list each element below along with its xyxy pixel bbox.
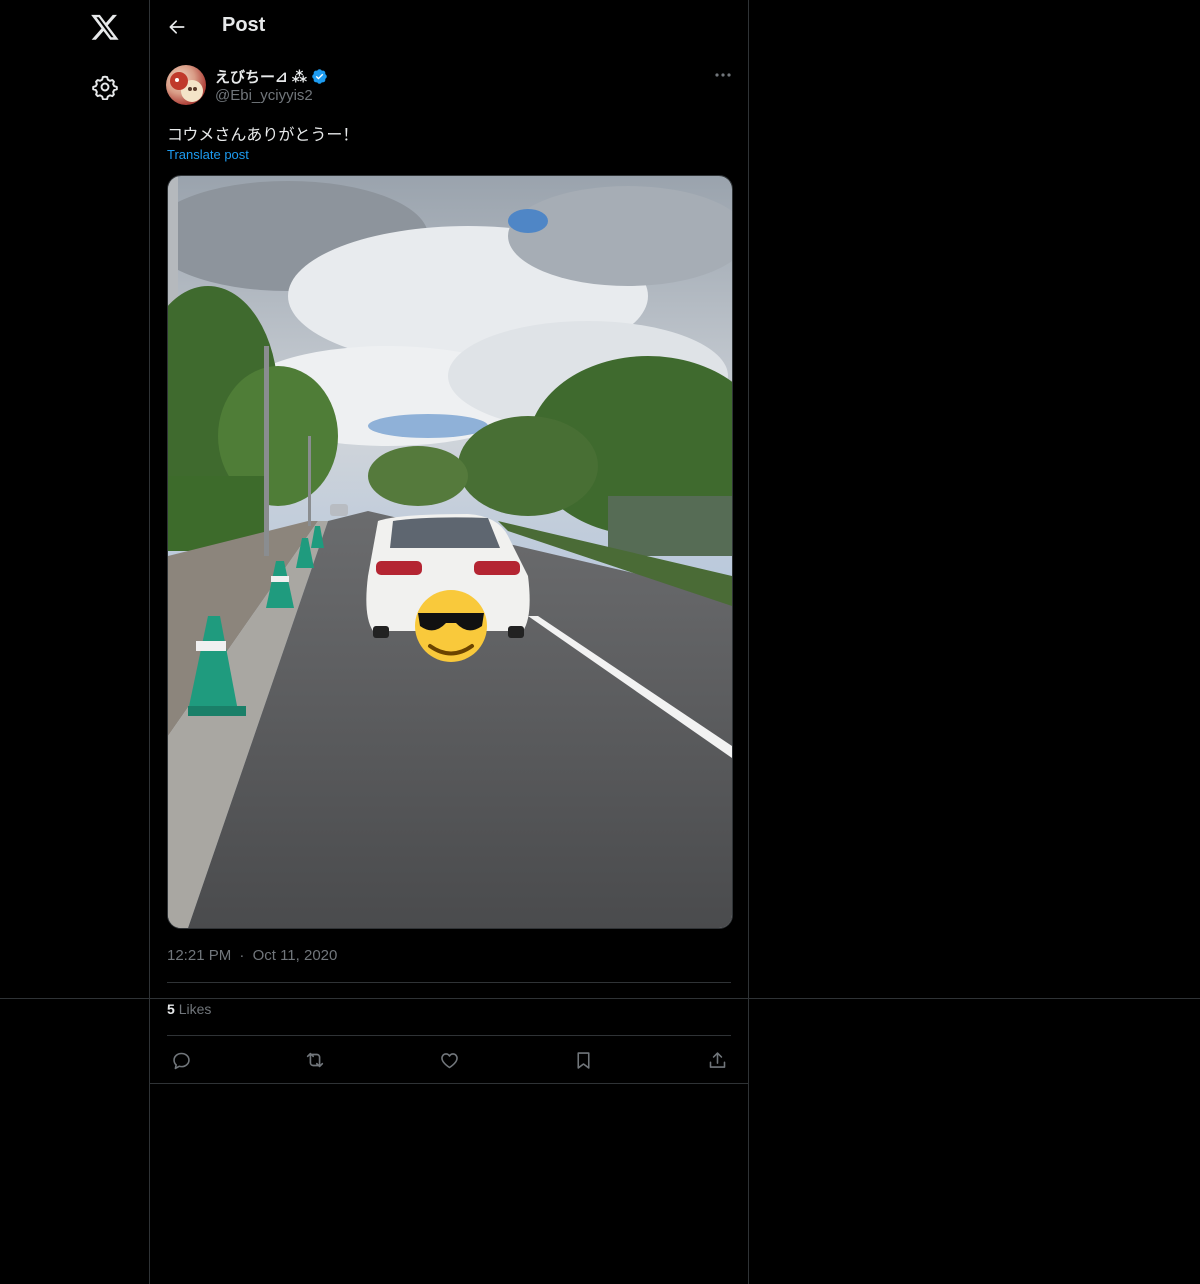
- verified-badge-icon: [312, 69, 327, 84]
- gear-icon[interactable]: [92, 74, 118, 101]
- more-horizontal-icon: [715, 73, 731, 77]
- reply-icon: [172, 1052, 190, 1069]
- divider: [150, 1083, 748, 1084]
- back-button[interactable]: [164, 14, 190, 40]
- like-button[interactable]: [437, 1048, 461, 1072]
- author-handle[interactable]: @Ebi_yciyyis2: [215, 87, 313, 104]
- author-display-name[interactable]: えびちー⊿ ⁂: [215, 66, 307, 87]
- share-icon: [709, 1051, 725, 1068]
- likes-label: Likes: [178, 1001, 212, 1017]
- avatar[interactable]: [166, 65, 206, 105]
- left-navigation: [0, 0, 149, 1284]
- post-text: コウメさんありがとうー！: [167, 127, 359, 144]
- divider: [167, 982, 731, 983]
- post-time: 12:21 PM: [167, 947, 232, 964]
- repost-button[interactable]: [303, 1048, 327, 1072]
- more-options-button[interactable]: [712, 66, 734, 84]
- post-media-image[interactable]: [167, 175, 733, 929]
- arrow-left-icon: [169, 20, 185, 34]
- x-logo-icon[interactable]: [90, 12, 120, 42]
- bookmark-icon: [576, 1051, 590, 1069]
- likes-count: 5: [167, 1001, 175, 1017]
- post-date: Oct 11, 2020: [252, 947, 338, 964]
- translate-post-link[interactable]: Translate post: [167, 147, 249, 162]
- page-header: Post: [150, 0, 748, 54]
- author-row: えびちー⊿ ⁂: [215, 66, 328, 87]
- timestamp-separator: ·: [239, 947, 245, 964]
- page-title: Post: [222, 14, 266, 36]
- street-photo: [168, 176, 732, 928]
- divider: [167, 1035, 731, 1036]
- reply-button[interactable]: [169, 1048, 193, 1072]
- likes-count-link[interactable]: 5 Likes: [167, 1001, 211, 1017]
- share-button[interactable]: [705, 1048, 729, 1072]
- like-icon: [440, 1052, 458, 1068]
- bookmark-button[interactable]: [571, 1048, 595, 1072]
- main-column: Post えびちー⊿ ⁂ @Ebi_yciyyis2 コウメさんありがとうー！ …: [149, 0, 749, 1284]
- post-timestamp[interactable]: 12:21 PM · Oct 11, 2020: [167, 947, 337, 964]
- repost-icon: [306, 1052, 324, 1068]
